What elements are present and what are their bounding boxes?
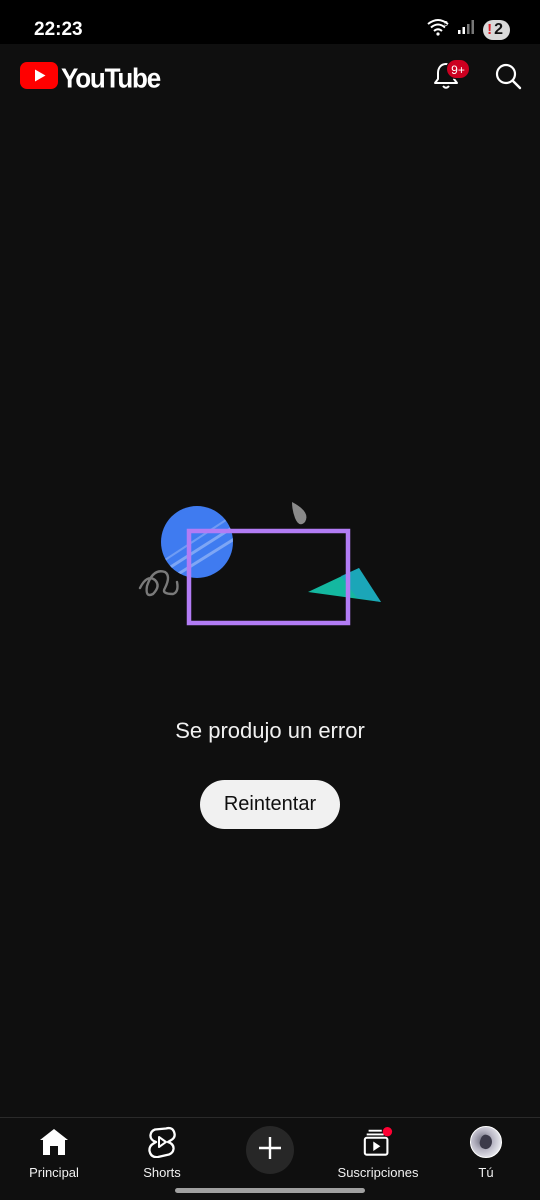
search-button[interactable] [486, 56, 530, 100]
retry-button[interactable]: Reintentar [200, 780, 340, 829]
nav-label-shorts: Shorts [143, 1165, 181, 1180]
error-illustration [135, 498, 385, 630]
shorts-icon [146, 1126, 178, 1158]
nav-item-suscripciones[interactable]: Suscripciones [324, 1126, 432, 1184]
avatar-wrapper [470, 1126, 502, 1158]
alert-count: 2 [494, 20, 503, 38]
home-icon [38, 1126, 70, 1158]
status-icons: 5 ! 2 [427, 18, 510, 41]
avatar [470, 1126, 502, 1158]
nav-label-tu: Tú [478, 1165, 494, 1180]
nav-label-suscripciones: Suscripciones [337, 1165, 419, 1180]
nav-item-shorts[interactable]: Shorts [108, 1126, 216, 1184]
signal-icon [457, 19, 475, 40]
subscriptions-icon [362, 1126, 394, 1158]
alert-badge: ! 2 [483, 19, 510, 40]
youtube-play-icon [20, 62, 58, 94]
search-icon [494, 62, 522, 95]
nav-item-tu[interactable]: Tú [432, 1126, 540, 1184]
home-indicator[interactable] [175, 1188, 365, 1193]
app-header: YouTube 9+ [0, 44, 540, 110]
notification-count-badge: 9+ [446, 59, 470, 79]
error-message: Se produjo un error [175, 718, 365, 743]
nav-item-principal[interactable]: Principal [0, 1126, 108, 1184]
youtube-logo[interactable]: YouTube [20, 61, 161, 94]
nav-label-principal: Principal [29, 1165, 79, 1180]
wifi-icon: 5 [427, 18, 449, 41]
plus-icon [258, 1136, 282, 1165]
status-bar: 22:23 5 ! 2 [0, 0, 540, 44]
status-time: 22:23 [34, 19, 83, 40]
svg-text:5: 5 [444, 21, 448, 28]
alert-icon: ! [487, 20, 493, 38]
bottom-navigation: Principal Shorts Suscripciones Tú [0, 1117, 540, 1200]
logo-text: YouTube [61, 61, 161, 94]
create-button[interactable] [246, 1126, 294, 1174]
notifications-button[interactable]: 9+ [424, 56, 470, 100]
